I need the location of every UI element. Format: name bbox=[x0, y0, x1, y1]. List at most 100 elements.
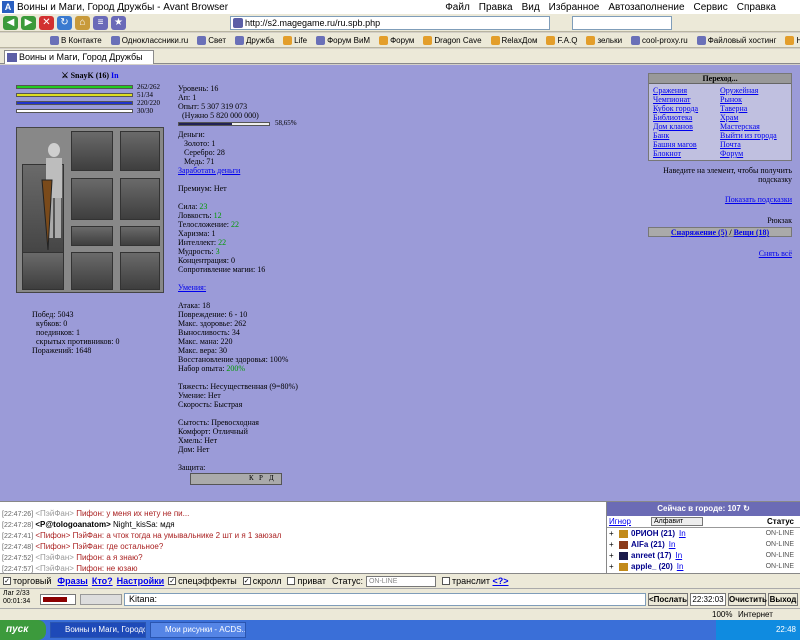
chat-author[interactable]: <Пифон> bbox=[35, 542, 70, 551]
nav-link[interactable]: Дом кланов bbox=[653, 122, 693, 131]
send-button[interactable]: <Послать bbox=[648, 593, 688, 606]
chat-message[interactable]: [22:47:48] <Пифон> ПэйФан: где остальное… bbox=[0, 541, 606, 552]
exit-button[interactable]: Выход bbox=[768, 593, 798, 606]
translit-help-link[interactable]: <?> bbox=[493, 576, 509, 586]
refresh-icon[interactable]: ↻ bbox=[743, 504, 750, 513]
task-browser[interactable]: Воины и Маги, Городо... bbox=[50, 622, 146, 638]
who-link[interactable]: Кто? bbox=[92, 576, 113, 586]
shield-slot[interactable] bbox=[120, 178, 160, 220]
link-item[interactable]: Dragon Cave bbox=[423, 35, 482, 45]
chat-message[interactable]: [22:47:41] <Пифон> ПэйФан: а чток тогда … bbox=[0, 530, 606, 541]
chat-message[interactable]: [22:47:26] <ПэйФан> Пифон: у меня их нет… bbox=[0, 508, 606, 519]
nav-link[interactable]: Форум bbox=[720, 149, 743, 158]
belt-slot[interactable] bbox=[71, 226, 113, 246]
online-player-row[interactable]: + apple_ (20) In ON-LINE bbox=[607, 561, 800, 572]
boots-slot[interactable] bbox=[71, 252, 113, 290]
home-icon[interactable]: ⌂ bbox=[75, 15, 90, 30]
link-item[interactable]: F.A.Q bbox=[546, 35, 577, 45]
nav-link[interactable]: Блокнот bbox=[653, 149, 681, 158]
nav-link[interactable]: Башня магов bbox=[653, 140, 697, 149]
tab-active[interactable]: Воины и Маги, Город Дружбы bbox=[4, 50, 154, 64]
items-link[interactable]: Вещи (18) bbox=[734, 228, 770, 237]
link-item[interactable]: Life bbox=[283, 35, 307, 45]
gloves-slot[interactable] bbox=[22, 252, 64, 290]
remove-all-link[interactable]: Снять всё bbox=[759, 249, 792, 258]
link-item[interactable]: В Контакте bbox=[50, 35, 102, 45]
scroll-checkbox[interactable]: ✓ bbox=[242, 577, 251, 585]
effects-checkbox[interactable]: ✓ bbox=[168, 577, 177, 585]
expand-icon[interactable]: + bbox=[609, 551, 619, 560]
link-item[interactable]: Дружба bbox=[235, 35, 274, 45]
helmet-slot[interactable] bbox=[71, 131, 113, 171]
online-player-row[interactable]: + anreet (17) In ON-LINE bbox=[607, 550, 800, 561]
private-checkbox[interactable] bbox=[287, 577, 296, 585]
expand-icon[interactable]: + bbox=[609, 529, 619, 538]
chat-message[interactable]: [22:47:28] <P@tologoanatom> Night_kisSa:… bbox=[0, 519, 606, 530]
trade-checkbox[interactable]: ✓ bbox=[3, 577, 11, 585]
nav-link[interactable]: Оружейная bbox=[720, 86, 758, 95]
link-item[interactable]: Форум bbox=[379, 35, 414, 45]
menu-tools[interactable]: Сервис bbox=[694, 2, 728, 13]
online-player-row[interactable]: + AlFa (21) In ON-LINE bbox=[607, 539, 800, 550]
player-info-link[interactable]: In bbox=[677, 562, 684, 571]
back-icon[interactable]: ◀ bbox=[3, 15, 18, 30]
ignore-link[interactable]: Игнор bbox=[609, 517, 631, 526]
color-select[interactable] bbox=[40, 594, 76, 605]
search-input[interactable] bbox=[572, 16, 672, 30]
chat-author[interactable]: <Пифон> bbox=[35, 531, 70, 540]
chat-message[interactable]: [22:47:57] <ПэйФан> Пифон: не юзаю bbox=[0, 563, 606, 573]
history-icon[interactable]: ≡ bbox=[93, 15, 108, 30]
link-item[interactable]: House Party bbox=[785, 35, 800, 45]
player-info-link[interactable]: In bbox=[675, 551, 682, 560]
skills-link[interactable]: Умения: bbox=[178, 283, 206, 292]
online-player-row[interactable]: +0РИОН (21) In ON-LINE bbox=[607, 528, 800, 539]
player-name[interactable]: apple_ (20) bbox=[631, 562, 673, 571]
nav-link[interactable]: Выйти из города bbox=[720, 131, 777, 140]
chat-author[interactable]: <P@tologoanatom> bbox=[35, 520, 110, 529]
link-item[interactable]: Форум ВиМ bbox=[316, 35, 370, 45]
ring-slot[interactable] bbox=[120, 226, 160, 246]
nav-link[interactable]: Таверна bbox=[720, 104, 747, 113]
private-target-field[interactable] bbox=[80, 594, 122, 605]
menu-autofill[interactable]: Автозаполнение bbox=[608, 2, 684, 13]
expand-icon[interactable]: + bbox=[609, 540, 619, 549]
address-bar[interactable]: http://s2.magegame.ru/ru.spb.php bbox=[230, 16, 550, 30]
link-item[interactable]: cool-proxy.ru bbox=[631, 35, 688, 45]
nav-link[interactable]: Чемпионат bbox=[653, 95, 691, 104]
nav-link[interactable]: Сражения bbox=[653, 86, 687, 95]
player-name[interactable]: anreet (17) bbox=[631, 551, 671, 560]
menu-file[interactable]: Файл bbox=[445, 2, 470, 13]
sort-select[interactable]: Алфавит bbox=[650, 517, 703, 526]
refresh-icon[interactable]: ↻ bbox=[57, 15, 72, 30]
menu-help[interactable]: Справка bbox=[737, 2, 776, 13]
nav-link[interactable]: Библиотека bbox=[653, 113, 692, 122]
message-input[interactable]: Kitana: bbox=[124, 593, 646, 606]
nav-link[interactable]: Банк bbox=[653, 131, 669, 140]
character-info-link[interactable]: In bbox=[111, 71, 119, 80]
nav-link[interactable]: Кубок города bbox=[653, 104, 698, 113]
phrases-link[interactable]: Фразы bbox=[57, 576, 87, 586]
expand-icon[interactable]: + bbox=[609, 562, 619, 571]
chat-author[interactable]: <ПэйФан> bbox=[35, 553, 74, 562]
status-select[interactable]: ON-LINE bbox=[365, 575, 436, 587]
player-info-link[interactable]: In bbox=[679, 529, 686, 538]
show-hints-link[interactable]: Показать подсказки bbox=[725, 195, 792, 204]
chat-log[interactable]: [22:47:26] <ПэйФан> Пифон: у меня их нет… bbox=[0, 501, 606, 573]
link-item[interactable]: Файловый хостинг bbox=[696, 35, 776, 45]
start-button[interactable]: пуск bbox=[0, 620, 46, 640]
legs-slot[interactable] bbox=[120, 252, 160, 290]
amulet-slot[interactable] bbox=[120, 131, 160, 171]
menu-view[interactable]: Вид bbox=[522, 2, 540, 13]
player-info-link[interactable]: In bbox=[669, 540, 676, 549]
menu-favorites[interactable]: Избранное bbox=[549, 2, 600, 13]
settings-link[interactable]: Настройки bbox=[117, 576, 164, 586]
link-item[interactable]: Свет bbox=[197, 35, 226, 45]
player-name[interactable]: AlFa (21) bbox=[631, 540, 665, 549]
link-item[interactable]: RelaxДом bbox=[490, 35, 537, 45]
chat-message[interactable]: [22:47:52] <ПэйФан> Пифон: а я знаю? bbox=[0, 552, 606, 563]
nav-link[interactable]: Рынок bbox=[720, 95, 742, 104]
menu-edit[interactable]: Правка bbox=[479, 2, 513, 13]
link-item[interactable]: зельки bbox=[586, 35, 622, 45]
chat-author[interactable]: <ПэйФан> bbox=[35, 509, 74, 518]
clear-button[interactable]: Очистить bbox=[728, 593, 767, 606]
